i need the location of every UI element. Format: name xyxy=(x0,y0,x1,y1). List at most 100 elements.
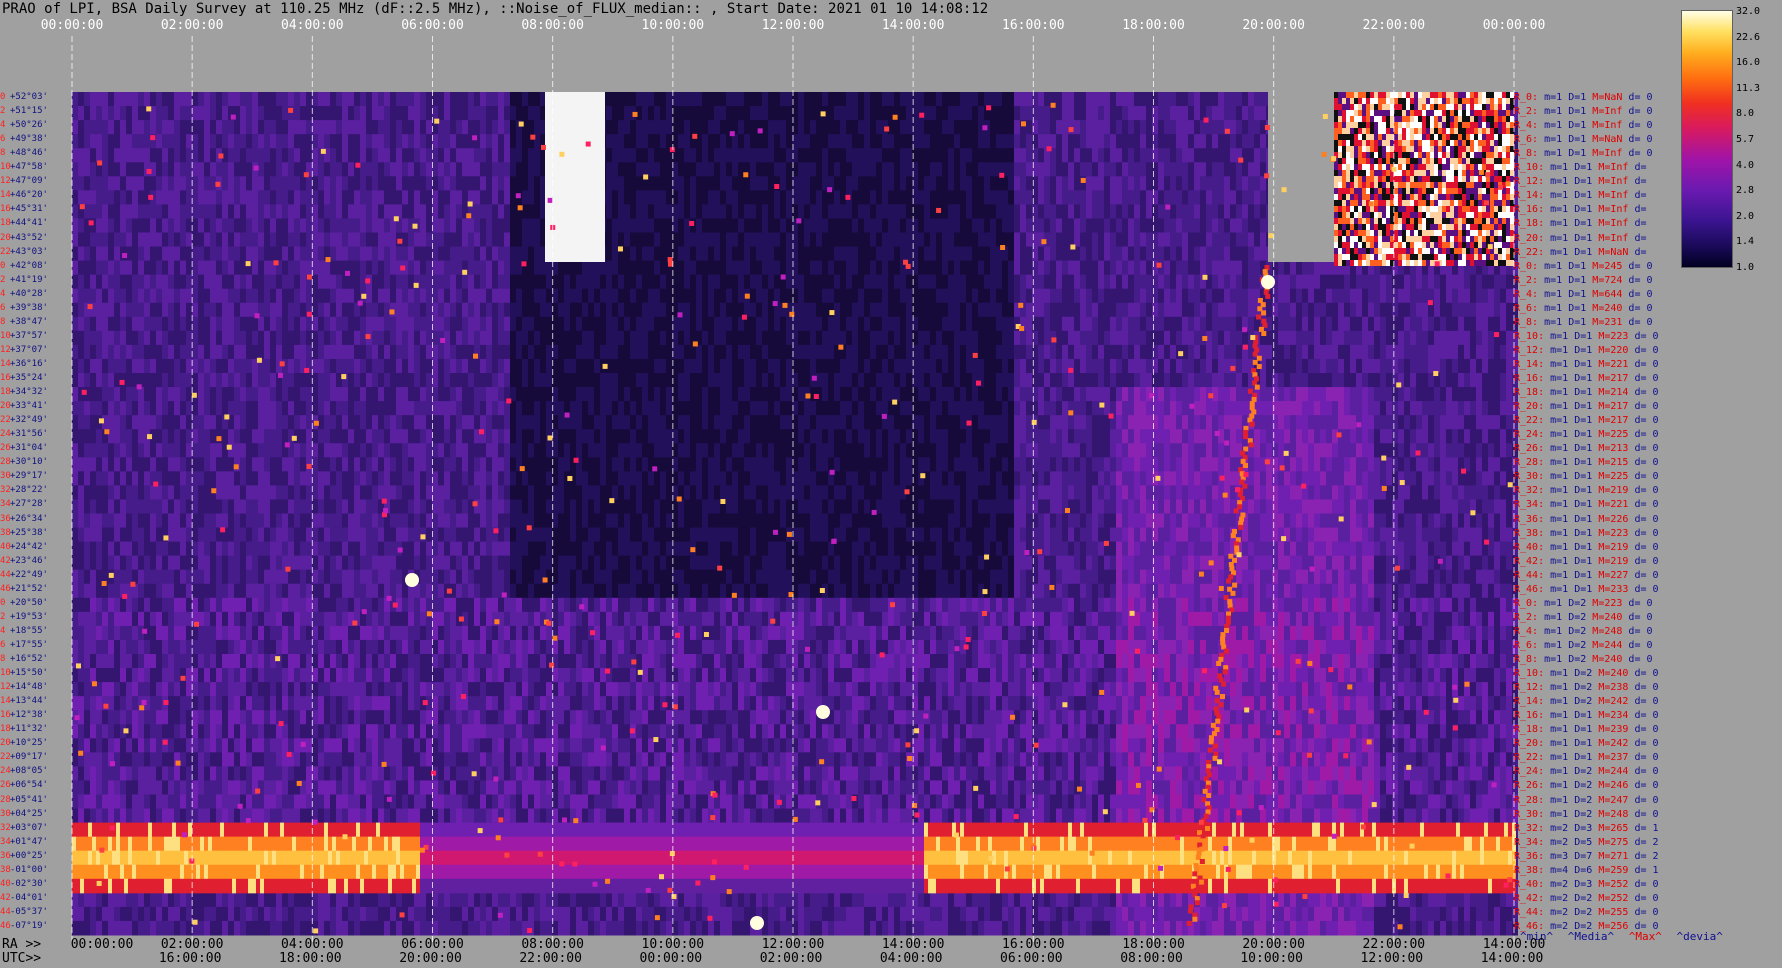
declination-label: 6 +49°38' xyxy=(0,134,48,145)
declination-label: 42+23°46' xyxy=(0,555,48,566)
stat-row: R_40: m=1 D=1 M=219 d= 0 xyxy=(1514,541,1659,553)
stat-row: R_2: m=1 D=2 M=240 d= 0 xyxy=(1514,611,1653,623)
stat-row: R_14: m=1 D=2 M=242 d= 0 xyxy=(1514,696,1659,708)
saturated-block xyxy=(1334,92,1514,266)
ra-tick-label: 20:00:00 xyxy=(1242,937,1305,952)
declination-label: 44-05°37' xyxy=(0,906,48,917)
stat-row: R_8: m=1 D=2 M=240 d= 0 xyxy=(1514,654,1653,665)
declination-label: 10+47°58' xyxy=(0,162,48,173)
declination-label: 2 +41°19' xyxy=(0,274,48,285)
colorbar xyxy=(1681,10,1733,268)
stat-row: R_4: m=1 D=1 M=644 d= 0 xyxy=(1514,288,1653,300)
ra-tick-label: 06:00:00 xyxy=(401,937,464,952)
stat-row: R_2: m=1 D=1 M=724 d= 0 xyxy=(1514,274,1653,286)
declination-label: 20+33°41' xyxy=(0,401,48,412)
stat-row: R_34: m=2 D=5 M=275 d= 2 xyxy=(1514,836,1659,848)
declination-label: 16+12°38' xyxy=(0,710,48,721)
stat-row: R_24: m=1 D=2 M=244 d= 0 xyxy=(1514,766,1659,778)
stat-row: R_8: m=1 D=1 M=Inf d= 0 xyxy=(1514,148,1653,160)
colorbar-tick: 11.3 xyxy=(1736,82,1761,94)
legend-devia: ^devia^ xyxy=(1676,930,1723,943)
stat-row: R_32: m=1 D=1 M=219 d= 0 xyxy=(1514,485,1659,497)
declination-label: 16+35°24' xyxy=(0,373,48,383)
declination-label: 18+11°32' xyxy=(0,724,48,735)
declination-label: 36+26°34' xyxy=(0,513,48,524)
declination-label: 2 +19°53' xyxy=(0,611,48,622)
stat-row: R_20: m=1 D=1 M=217 d= 0 xyxy=(1514,401,1659,413)
declination-label: 20+43°52' xyxy=(0,232,48,243)
stat-row: R_30: m=1 D=2 M=248 d= 0 xyxy=(1514,808,1659,820)
declination-label: 46+21°52' xyxy=(0,583,48,594)
bright-source xyxy=(750,916,764,930)
declination-label: 46-07°19' xyxy=(0,920,48,931)
ra-tick-label: 14:00:00 xyxy=(881,937,945,952)
stat-row: R_20: m=1 D=1 M=242 d= 0 xyxy=(1514,738,1659,750)
declination-label: 30+29°17' xyxy=(0,471,48,482)
stat-row: R_22: m=1 D=1 M=217 d= 0 xyxy=(1514,415,1659,427)
stat-row: R_12: m=1 D=1 M=Inf d= xyxy=(1514,176,1647,188)
utc-tick-label: 00:00:00 xyxy=(639,951,703,966)
stat-row: R_44: m=1 D=1 M=227 d= 0 xyxy=(1514,569,1659,581)
declination-label: 20+10°25' xyxy=(0,738,48,749)
galactic-band xyxy=(72,822,1516,894)
declination-label: 28+30°10' xyxy=(0,457,48,468)
declination-label: 10+15°50' xyxy=(0,668,48,679)
colorbar-tick: 4.0 xyxy=(1736,159,1755,171)
declination-label: 28+05°41' xyxy=(0,794,48,805)
stat-row: R_0: m=1 D=2 M=223 d= 0 xyxy=(1514,597,1653,609)
colorbar-tick: 16.0 xyxy=(1736,57,1761,69)
declination-label: 26+31°04' xyxy=(0,443,48,454)
stat-row: R_4: m=1 D=2 M=248 d= 0 xyxy=(1514,625,1653,637)
stat-row: R_20: m=1 D=1 M=Inf d= xyxy=(1514,232,1647,244)
declination-label: 40-02°30' xyxy=(0,878,48,889)
stat-row: R_16: m=1 D=1 M=Inf d= xyxy=(1514,204,1647,216)
stat-row: R_6: m=1 D=1 M=240 d= 0 xyxy=(1514,302,1653,314)
stat-row: R_36: m=3 D=7 M=271 d= 2 xyxy=(1514,850,1659,862)
bright-source xyxy=(816,705,830,719)
declination-label: 2 +51°15' xyxy=(0,106,48,117)
utc-tick-label: 18:00:00 xyxy=(279,951,342,966)
declination-label: 8 +16°52' xyxy=(0,654,48,664)
ra-tick-label: 02:00:00 xyxy=(160,937,224,952)
utc-tick-label: 04:00:00 xyxy=(879,951,943,966)
declination-label: 40+24°42' xyxy=(0,541,48,552)
stat-row: R_6: m=1 D=2 M=244 d= 0 xyxy=(1514,639,1653,651)
declination-label: 36+00°25' xyxy=(0,850,48,861)
ra-axis-prefix: RA >> xyxy=(2,937,42,952)
utc-axis-prefix: UTC>> xyxy=(2,951,42,966)
stat-row: R_26: m=1 D=1 M=213 d= 0 xyxy=(1514,443,1659,455)
stat-row: R_38: m=1 D=1 M=223 d= 0 xyxy=(1514,527,1659,539)
colorbar-tick: 22.6 xyxy=(1736,31,1761,43)
utc-tick-label: 16:00:00 xyxy=(158,951,222,966)
colorbar-tick: 32.0 xyxy=(1736,6,1761,17)
declination-label: 10+37°57' xyxy=(0,330,48,341)
ra-tick-label: 14:00:00 xyxy=(1482,937,1546,952)
declination-label: 4 +40°28' xyxy=(0,288,48,299)
utc-tick-label: 12:00:00 xyxy=(1360,951,1424,966)
bright-source xyxy=(1261,275,1275,289)
stat-row: R_18: m=1 D=1 M=239 d= 0 xyxy=(1514,724,1659,736)
declination-label: 0 +42°08' xyxy=(0,260,48,271)
declination-label: 4 +50°26' xyxy=(0,120,48,131)
stat-row: R_8: m=1 D=1 M=231 d= 0 xyxy=(1514,316,1653,328)
stat-row: R_10: m=1 D=2 M=240 d= 0 xyxy=(1514,668,1659,680)
stat-row: R_16: m=1 D=1 M=217 d= 0 xyxy=(1514,373,1659,384)
stat-row: R_10: m=1 D=1 M=Inf d= xyxy=(1514,162,1647,174)
declination-label: 34+27°28' xyxy=(0,499,48,510)
utc-tick-label: 02:00:00 xyxy=(759,951,823,966)
utc-tick-label: 10:00:00 xyxy=(1240,951,1303,966)
stat-row: R_46: m=1 D=1 M=233 d= 0 xyxy=(1514,583,1659,595)
declination-label: 0 +20°50' xyxy=(0,597,48,608)
colorbar-tick: 5.7 xyxy=(1736,134,1755,145)
stat-row: R_28: m=1 D=1 M=215 d= 0 xyxy=(1514,457,1659,469)
stat-row: R_12: m=1 D=1 M=220 d= 0 xyxy=(1514,344,1659,356)
stat-row: R_34: m=1 D=1 M=221 d= 0 xyxy=(1514,499,1659,511)
declination-label: 14+13°44' xyxy=(0,696,48,707)
colorbar-tick: 2.8 xyxy=(1736,185,1755,197)
declination-label: 32+28°22' xyxy=(0,485,48,496)
stat-row: R_0: m=1 D=1 M=245 d= 0 xyxy=(1514,260,1653,272)
stats-legend: ^min^ ^Media^ ^Max^ ^devia^ xyxy=(1520,930,1731,943)
declination-label: 12+37°07' xyxy=(0,344,48,355)
stat-row: R_18: m=1 D=1 M=Inf d= xyxy=(1514,218,1647,230)
declination-label: 4 +18°55' xyxy=(0,625,48,636)
